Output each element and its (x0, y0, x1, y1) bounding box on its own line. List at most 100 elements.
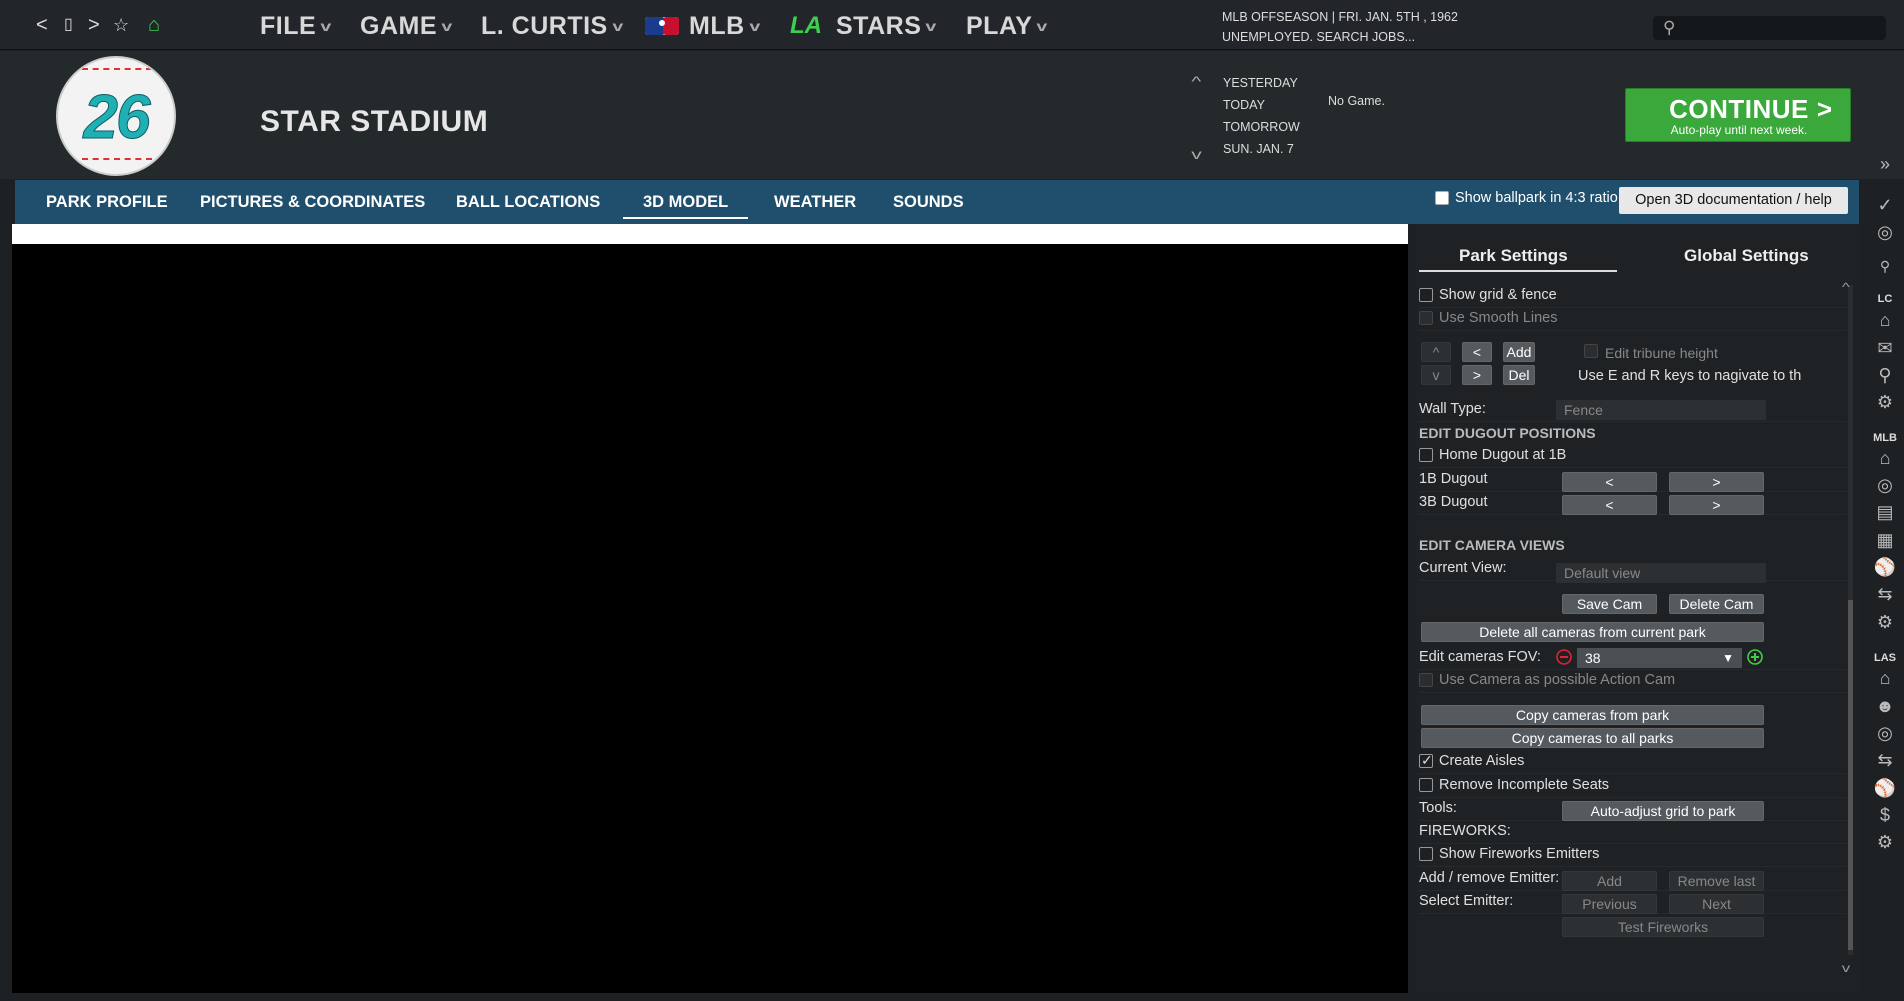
game-status[interactable]: MLB OFFSEASON | FRI. JAN. 5TH , 1962 UNE… (1222, 7, 1458, 47)
chevron-up-icon[interactable]: ^ (1191, 73, 1201, 89)
page-title: STAR STADIUM (260, 105, 489, 138)
transfer-icon[interactable]: ⇆ (1866, 750, 1904, 771)
remove-seats-checkbox[interactable] (1419, 777, 1433, 792)
up-button[interactable]: ^ (1421, 342, 1451, 362)
baseball-icon[interactable]: ⚾ (1866, 557, 1904, 578)
schedule-yesterday[interactable]: YESTERDAY (1223, 72, 1300, 94)
menu-game[interactable]: GAME v (360, 11, 452, 41)
expand-icon[interactable]: » (1866, 154, 1904, 175)
show-grid-checkbox[interactable] (1419, 287, 1433, 302)
home-icon[interactable]: ⌂ (148, 13, 160, 37)
tribune-label: Edit tribune height (1605, 345, 1718, 361)
star-icon[interactable]: ☆ (113, 13, 129, 37)
prev-button[interactable]: < (1462, 342, 1492, 362)
previous-emitter-button[interactable]: Previous (1562, 894, 1657, 914)
forward-icon[interactable]: > (88, 13, 100, 37)
show-emitters-option[interactable]: Show Fireworks Emitters (1419, 841, 1847, 867)
copy-cameras-from-button[interactable]: Copy cameras from park (1421, 705, 1764, 725)
copy-cameras-to-button[interactable]: Copy cameras to all parks (1421, 728, 1764, 748)
scrollbar-thumb[interactable] (1848, 600, 1853, 950)
tab-global-settings[interactable]: Global Settings (1684, 246, 1809, 266)
create-aisles-checkbox[interactable] (1419, 752, 1433, 769)
gear-icon[interactable]: ⚙ (1866, 612, 1904, 633)
chart-icon[interactable]: ▦ (1866, 530, 1904, 551)
dugout-3b-left[interactable]: < (1562, 495, 1657, 515)
page-icon[interactable]: ▯ (64, 13, 73, 37)
schedule-next[interactable]: SUN. JAN. 7 (1223, 138, 1300, 160)
3d-viewport[interactable] (12, 224, 1408, 993)
gear-icon[interactable]: ⚙ (1866, 832, 1904, 853)
show-emitters-label: Show Fireworks Emitters (1439, 845, 1600, 862)
create-aisles-label: Create Aisles (1439, 752, 1525, 769)
next-button[interactable]: > (1462, 365, 1492, 385)
next-emitter-button[interactable]: Next (1669, 894, 1764, 914)
menu-stars[interactable]: STARS v (836, 11, 937, 41)
job-status[interactable]: UNEMPLOYED. SEARCH JOBS... (1222, 27, 1458, 47)
minus-circle-icon[interactable] (1556, 649, 1572, 665)
pin-icon[interactable]: ⚲ (1866, 258, 1904, 275)
las-label[interactable]: LAS (1866, 652, 1904, 664)
search-input[interactable]: ⚲ (1653, 16, 1886, 40)
transfer-icon[interactable]: ⇆ (1866, 584, 1904, 605)
season-status: MLB OFFSEASON | FRI. JAN. 5TH , 1962 (1222, 10, 1458, 24)
down-button[interactable]: v (1421, 365, 1451, 385)
baseball-icon[interactable]: ⚾ (1866, 778, 1904, 799)
home-icon[interactable]: ⌂ (1866, 668, 1904, 689)
home-icon[interactable]: ⌂ (1866, 448, 1904, 469)
menu-play[interactable]: PLAY v (966, 11, 1048, 41)
team-logo: 26 (56, 56, 176, 176)
check-icon[interactable]: ✓ (1866, 195, 1904, 216)
back-icon[interactable]: < (36, 13, 48, 37)
plus-circle-icon[interactable] (1747, 649, 1763, 665)
delete-cam-button[interactable]: Delete Cam (1669, 594, 1764, 614)
lc-label[interactable]: LC (1866, 293, 1904, 305)
scroll-down-icon[interactable]: v (1842, 961, 1850, 975)
menu-mlb[interactable]: MLB v (645, 11, 760, 41)
keys-hint: Use E and R keys to nagivate to th (1578, 368, 1802, 384)
team-logo-icon[interactable]: LA (790, 12, 822, 40)
tab-park-profile[interactable]: PARK PROFILE (46, 193, 168, 212)
fov-select[interactable]: 38 ▼ (1577, 648, 1742, 668)
current-view-select[interactable]: Default view (1556, 563, 1766, 583)
scroll-up-icon[interactable]: ^ (1842, 280, 1850, 294)
del-button[interactable]: Del (1503, 365, 1535, 385)
tab-ball-locations[interactable]: BALL LOCATIONS (456, 193, 600, 212)
add-button[interactable]: Add (1503, 342, 1535, 362)
create-aisles-option[interactable]: Create Aisles (1419, 748, 1847, 774)
home-dugout-checkbox[interactable] (1419, 447, 1433, 462)
documentation-button[interactable]: Open 3D documentation / help (1619, 187, 1848, 214)
ratio-checkbox[interactable] (1435, 191, 1449, 205)
panel-scrollbar[interactable] (1848, 285, 1853, 955)
menu-file[interactable]: FILE v (260, 11, 331, 41)
schedule-tomorrow[interactable]: TOMORROW (1223, 116, 1300, 138)
ratio-toggle[interactable]: Show ballpark in 4:3 ratio (1435, 190, 1618, 206)
location-icon[interactable]: ◎ (1866, 723, 1904, 744)
save-cam-button[interactable]: Save Cam (1562, 594, 1657, 614)
search-icon[interactable]: ⚲ (1866, 365, 1904, 386)
tab-weather[interactable]: WEATHER (774, 193, 856, 212)
home-dugout-option[interactable]: Home Dugout at 1B (1419, 442, 1847, 468)
mail-icon[interactable]: ✉ (1866, 338, 1904, 359)
wall-type-select[interactable]: Fence (1556, 400, 1766, 420)
tab-3d-model[interactable]: 3D MODEL (623, 193, 749, 219)
menu-manager[interactable]: L. CURTIS v (481, 11, 623, 41)
continue-button[interactable]: CONTINUE > Auto-play until next week. (1625, 88, 1851, 142)
news-icon[interactable]: ▤ (1866, 502, 1904, 523)
home-icon[interactable]: ⌂ (1866, 310, 1904, 331)
globe-icon[interactable]: ◎ (1866, 222, 1904, 243)
tab-park-settings[interactable]: Park Settings (1419, 246, 1617, 272)
gear-icon[interactable]: ⚙ (1866, 392, 1904, 413)
mlb-logo-icon (645, 17, 679, 35)
test-fireworks-button[interactable]: Test Fireworks (1562, 917, 1764, 937)
tab-pictures-coordinates[interactable]: PICTURES & COORDINATES (200, 193, 425, 212)
delete-all-cameras-button[interactable]: Delete all cameras from current park (1421, 622, 1764, 642)
tab-sounds[interactable]: SOUNDS (893, 193, 964, 212)
location-icon[interactable]: ◎ (1866, 475, 1904, 496)
schedule-today[interactable]: TODAY (1223, 94, 1300, 116)
mlb-label[interactable]: MLB (1866, 432, 1904, 444)
user-icon[interactable]: ☻ (1866, 696, 1904, 717)
show-emitters-checkbox[interactable] (1419, 846, 1433, 861)
dugout-3b-right[interactable]: > (1669, 495, 1764, 515)
chevron-down-icon[interactable]: v (1191, 146, 1202, 162)
dollar-icon[interactable]: $ (1866, 805, 1904, 826)
